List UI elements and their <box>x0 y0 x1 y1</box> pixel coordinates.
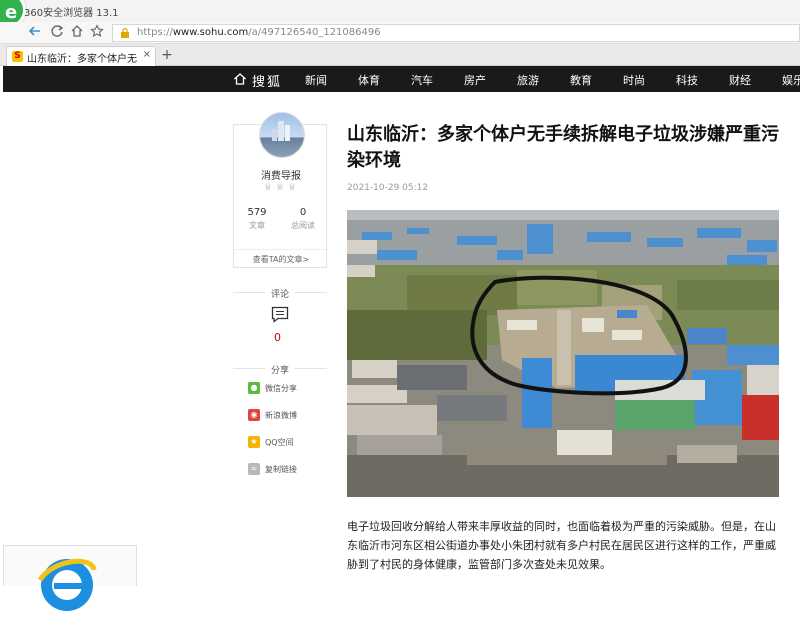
article-publish-time: 2021-10-29 05:12 <box>347 183 429 193</box>
article-paragraph: 电子垃圾回收分解给人带来丰厚收益的同时，也面临着极为严重的污染威胁。但是，在山东… <box>347 520 776 571</box>
nav-item[interactable]: 科技 <box>676 72 698 88</box>
tab-title: 山东临沂：多家个体户无手续拆 <box>27 54 137 65</box>
site-nav-bar: 搜狐 新闻 体育 汽车 房产 旅游 教育 时尚 科技 财经 娱乐 <box>3 66 800 92</box>
view-author-articles-link[interactable]: 查看TA的文章> <box>234 249 328 269</box>
nav-item[interactable]: 教育 <box>570 72 592 88</box>
share-copy-link-label: 复制链接 <box>265 465 297 474</box>
share-wechat-label: 微信分享 <box>265 384 297 393</box>
divider <box>295 368 327 369</box>
articles-count: 579 <box>247 207 267 218</box>
reads-count: 0 <box>299 207 307 218</box>
qzone-icon: ★ <box>248 436 260 448</box>
home-icon[interactable] <box>68 24 86 42</box>
articles-stat: 579 文章 <box>234 207 280 231</box>
comment-icon[interactable] <box>271 306 289 323</box>
author-name[interactable]: 消费导报 <box>234 167 328 182</box>
divider <box>295 292 327 293</box>
weibo-icon: ◉ <box>248 409 260 421</box>
nav-item[interactable]: 时尚 <box>623 72 645 88</box>
nav-item[interactable]: 体育 <box>358 72 380 88</box>
site-home-icon[interactable] <box>233 72 247 86</box>
site-logo[interactable]: 搜狐 <box>252 71 282 90</box>
article-photo-aerial-village <box>347 210 779 497</box>
nav-item[interactable]: 新闻 <box>305 72 327 88</box>
sohu-favicon-icon: S <box>12 51 23 62</box>
tab-active[interactable]: S 山东临沂：多家个体户无手续拆 × <box>6 46 156 66</box>
divider <box>233 292 265 293</box>
reads-label: 总阅读 <box>291 221 315 230</box>
comment-count[interactable]: 0 <box>274 331 281 344</box>
divider <box>233 368 265 369</box>
article-headline: 山东临沂：多家个体户无手续拆解电子垃圾涉嫌严重污染环境 <box>347 124 779 171</box>
nav-item[interactable]: 旅游 <box>517 72 539 88</box>
browser-title: 360安全浏览器 13.1 <box>24 8 119 19</box>
nav-item[interactable]: 娱乐 <box>782 72 800 88</box>
articles-label: 文章 <box>249 221 265 230</box>
link-icon: ∞ <box>248 463 260 475</box>
wechat-icon: ● <box>248 382 260 394</box>
lock-icon <box>121 27 129 38</box>
back-arrow-icon[interactable] <box>26 24 44 42</box>
browser-titlebar: e 360安全浏览器 13.1 <box>0 0 800 28</box>
author-avatar[interactable] <box>259 112 305 158</box>
address-bar[interactable]: https://www.sohu.com/a/497126540_1210864… <box>112 24 800 42</box>
share-qzone-label: QQ空间 <box>265 438 294 447</box>
nav-item[interactable]: 房产 <box>464 72 486 88</box>
comments-label: 评论 <box>270 290 289 300</box>
reload-icon[interactable] <box>48 24 66 42</box>
share-label: 分享 <box>270 366 289 376</box>
url-text: https://www.sohu.com/a/497126540_1210864… <box>137 27 381 38</box>
tab-close-icon[interactable]: × <box>143 49 151 60</box>
tab-strip: S 山东临沂：多家个体户无手续拆 × + <box>0 44 800 66</box>
browser-toolbar: https://www.sohu.com/a/497126540_1210864… <box>0 22 800 44</box>
share-weibo-label: 新浪微博 <box>265 411 297 420</box>
author-card: 消费导报 ♕♕♕ 579 文章 0 总阅读 查看TA的文章> <box>233 112 328 269</box>
reads-stat: 0 总阅读 <box>280 207 326 231</box>
floating-widget[interactable] <box>3 545 137 611</box>
bookmark-star-icon[interactable] <box>88 24 106 42</box>
browser-e-logo-icon <box>37 558 97 611</box>
new-tab-button[interactable]: + <box>160 47 174 63</box>
nav-item[interactable]: 汽车 <box>411 72 433 88</box>
nav-item[interactable]: 财经 <box>729 72 751 88</box>
author-badges: ♕♕♕ <box>263 183 301 193</box>
